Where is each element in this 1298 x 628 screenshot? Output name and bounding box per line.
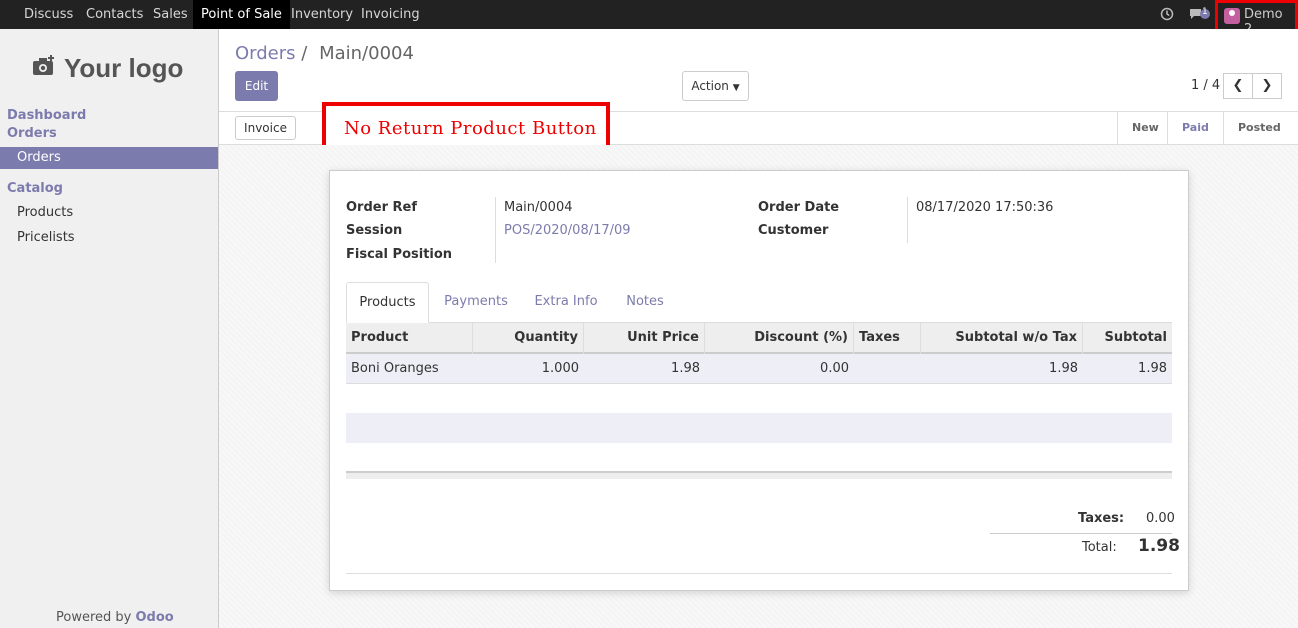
session-link[interactable]: POS/2020/08/17/09 [504,223,631,238]
activity-clock-icon[interactable] [1160,7,1174,21]
sidebar: Your logo Dashboard Orders Orders Catalo… [0,29,219,628]
invoice-button[interactable]: Invoice [235,116,296,140]
chevron-left-icon: ❮ [1232,78,1244,93]
sidebar-orders-heading[interactable]: Orders [7,126,57,141]
stage-new[interactable]: New [1117,112,1167,144]
column-subtotal[interactable]: Subtotal [1083,323,1172,354]
breadcrumb-current: Main/0004 [319,43,414,64]
sidebar-item-pricelists[interactable]: Pricelists [0,227,218,249]
sidebar-dashboard[interactable]: Dashboard [7,108,86,123]
table-footer [346,471,1172,479]
total-value: 1.98 [1138,536,1180,556]
fiscal-position-label: Fiscal Position [346,247,453,262]
powered-by-label: Powered by [56,610,136,625]
odoo-link[interactable]: Odoo [135,610,173,625]
column-subtotal-wo-tax[interactable]: Subtotal w/o Tax [921,323,1083,354]
messages-count-badge: 1 [1202,7,1208,17]
user-menu[interactable]: Demo 2 [1215,0,1298,37]
cell-subtotal: 1.98 [1138,361,1167,376]
powered-by: Powered by Odoo [56,610,174,625]
table-row[interactable]: Boni Oranges 1.000 1.98 0.00 1.98 1.98 [346,354,1172,384]
breadcrumb-separator: / [301,43,308,64]
caret-down-icon: ▼ [732,83,740,93]
cell-subtotal-wo-tax: 1.98 [1049,361,1078,376]
control-panel: Orders / Main/0004 Edit Action ▼ 1 / 4 ❮… [219,29,1298,112]
status-stages: New Paid Posted [1117,112,1298,144]
pager-previous-button[interactable]: ❮ [1223,73,1253,99]
column-unit-price[interactable]: Unit Price [584,323,705,354]
tab-payments[interactable]: Payments [435,282,517,323]
table-header: Product Quantity Unit Price Discount (%)… [346,323,1172,354]
annotation-text: No Return Product Button [344,118,597,139]
empty-row [346,384,1172,414]
column-product[interactable]: Product [346,323,473,354]
totals-divider [990,533,1172,534]
total-label: Total: [1082,540,1117,555]
empty-row [346,413,1172,443]
chevron-right-icon: ❯ [1261,78,1273,93]
status-bar: Invoice No Return Product Button New Pai… [219,102,1298,156]
order-ref-label: Order Ref [346,200,418,215]
edit-button[interactable]: Edit [235,71,278,101]
order-date-label: Order Date [758,200,840,215]
cell-discount: 0.00 [820,361,849,376]
column-taxes[interactable]: Taxes [854,323,921,354]
cell-taxes [854,354,921,384]
camera-icon [32,55,56,83]
session-label: Session [346,223,403,238]
company-logo: Your logo [20,47,200,107]
field-divider [495,197,496,263]
tab-extra-info[interactable]: Extra Info [524,282,608,323]
breadcrumb-orders-link[interactable]: Orders [235,43,296,64]
tab-notes[interactable]: Notes [614,282,676,323]
field-divider [907,197,908,243]
pager-next-button[interactable]: ❯ [1252,73,1282,99]
sidebar-item-orders[interactable]: Orders [0,147,218,169]
stage-posted[interactable]: Posted [1223,112,1298,144]
cell-unit-price: 1.98 [671,361,700,376]
action-dropdown[interactable]: Action ▼ [682,71,749,101]
menu-inventory[interactable]: Inventory [283,0,361,29]
action-label: Action [691,79,729,93]
menu-sales[interactable]: Sales [145,0,196,29]
column-quantity[interactable]: Quantity [473,323,584,354]
breadcrumb: Orders / Main/0004 [235,43,414,64]
taxes-label: Taxes: [1078,511,1125,526]
avatar [1224,8,1240,24]
top-navbar: Discuss Contacts Sales Point of Sale Inv… [0,0,1298,37]
form-content: Order Ref Session Fiscal Position Main/0… [219,145,1298,628]
menu-invoicing[interactable]: Invoicing [353,0,428,29]
stage-paid[interactable]: Paid [1167,112,1223,144]
taxes-value: 0.00 [1146,511,1175,526]
sidebar-item-products[interactable]: Products [0,202,218,224]
cell-product: Boni Oranges [351,361,439,376]
menu-contacts[interactable]: Contacts [78,0,151,29]
divider [346,573,1172,574]
logo-text: Your logo [64,53,184,83]
form-sheet: Order Ref Session Fiscal Position Main/0… [329,170,1189,591]
pager-value: 1 / 4 [1191,78,1221,93]
tab-products[interactable]: Products [346,282,429,323]
menu-discuss[interactable]: Discuss [16,0,81,29]
order-date-value: 08/17/2020 17:50:36 [916,200,1054,215]
sidebar-catalog-heading[interactable]: Catalog [7,181,63,196]
order-ref-value: Main/0004 [504,200,573,215]
notebook-tabs: Products Payments Extra Info Notes [346,282,1172,323]
customer-label: Customer [758,223,829,238]
cell-quantity: 1.000 [541,361,579,376]
menu-point-of-sale[interactable]: Point of Sale [193,0,290,29]
column-discount[interactable]: Discount (%) [705,323,854,354]
